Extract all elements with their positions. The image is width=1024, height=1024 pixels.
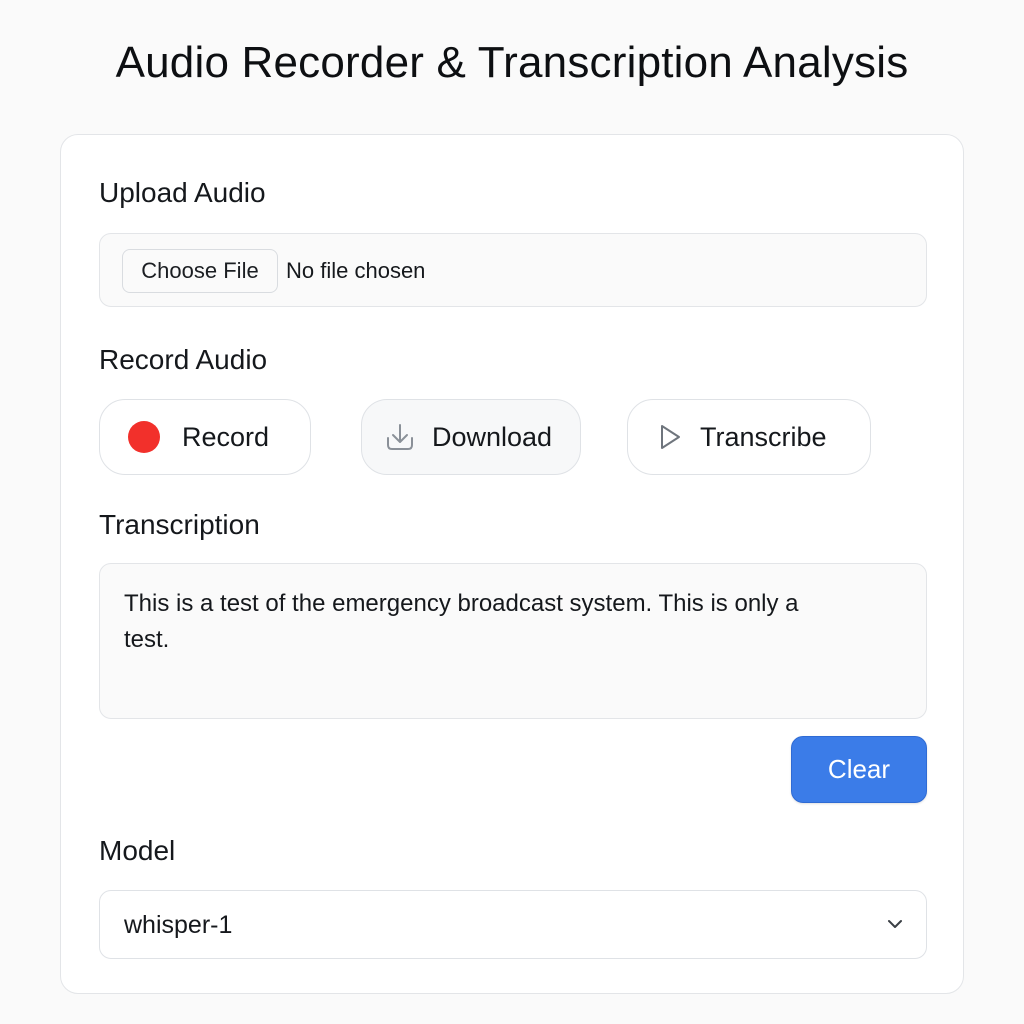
page-title: Audio Recorder & Transcription Analysis <box>115 38 909 87</box>
record-dot-icon <box>128 421 160 453</box>
file-upload-field[interactable]: Choose File No file chosen <box>99 233 927 307</box>
record-button-label: Record <box>182 421 270 452</box>
transcribe-button[interactable]: Transcribe <box>627 399 871 475</box>
model-selected-value: whisper-1 <box>124 911 233 939</box>
chevron-down-icon <box>886 917 904 931</box>
model-label: Model <box>99 835 176 866</box>
play-icon <box>658 423 682 451</box>
record-button[interactable]: Record <box>99 399 311 475</box>
main-card: Upload Audio Choose File No file chosen … <box>60 134 964 994</box>
transcription-textarea[interactable]: This is a test of the emergency broadcas… <box>99 563 927 719</box>
file-status-text: No file chosen <box>286 258 426 283</box>
upload-audio-label: Upload Audio <box>99 177 266 208</box>
model-select[interactable]: whisper-1 <box>99 890 927 959</box>
transcription-text: This is a test of the emergency broadcas… <box>124 590 799 653</box>
choose-file-button[interactable]: Choose File <box>122 249 278 293</box>
download-icon <box>384 422 416 452</box>
download-button[interactable]: Download <box>361 399 581 475</box>
download-button-label: Download <box>432 421 553 452</box>
clear-button[interactable]: Clear <box>791 736 927 803</box>
record-audio-label: Record Audio <box>99 344 268 375</box>
transcription-label: Transcription <box>99 509 260 540</box>
transcribe-button-label: Transcribe <box>700 421 827 452</box>
